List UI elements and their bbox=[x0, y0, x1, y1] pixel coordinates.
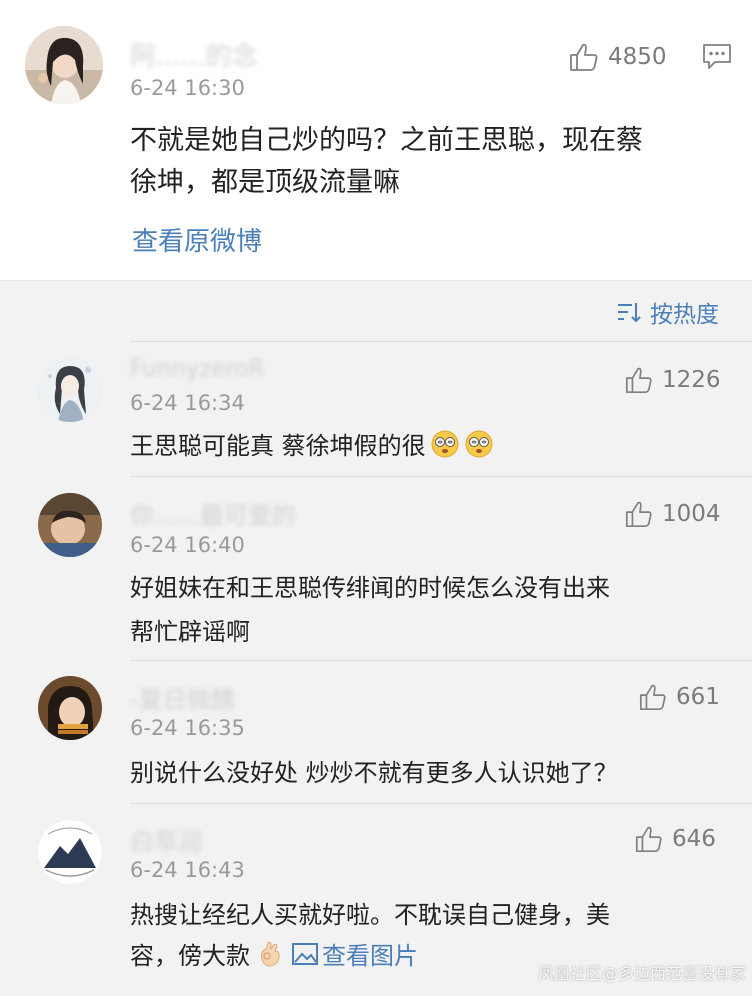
reply-text-line-2: 帮忙辟谣啊 bbox=[130, 618, 250, 646]
thumbs-up-icon bbox=[570, 43, 598, 71]
username[interactable]: FunnyzeroR bbox=[130, 356, 265, 382]
timestamp: 6-24 16:40 bbox=[130, 533, 245, 557]
thumbs-up-icon bbox=[639, 684, 666, 711]
avatar[interactable] bbox=[25, 26, 103, 104]
divider bbox=[130, 341, 752, 342]
reply-text: 容，傍大款 bbox=[130, 942, 250, 970]
ok-hand-emoji-icon bbox=[261, 941, 280, 967]
reply-text-line-1: 王思聪可能真 蔡徐坤假的很 bbox=[130, 426, 494, 461]
avatar-photo bbox=[25, 26, 103, 104]
avatar[interactable] bbox=[38, 820, 102, 884]
comment-text-line-1: 不就是她自己炒的吗？之前王思聪，现在蔡 bbox=[130, 125, 643, 156]
comment-text-line-2: 徐坤，都是顶级流量嘛 bbox=[130, 167, 400, 198]
image-icon bbox=[292, 942, 318, 965]
like-count: 4850 bbox=[608, 44, 667, 70]
avatar-illustration bbox=[38, 820, 102, 884]
sort-icon bbox=[618, 303, 641, 323]
emoji-dizzy-icon bbox=[431, 430, 459, 457]
view-image-label: 查看图片 bbox=[322, 942, 418, 970]
reply-text-line-1: 热搜让经纪人买就好啦。不耽误自己健身，美 bbox=[130, 901, 610, 929]
sort-label: 按热度 bbox=[650, 302, 719, 328]
avatar-illustration bbox=[38, 358, 102, 422]
thumbs-up-icon bbox=[625, 501, 652, 528]
timestamp: 6-24 16:35 bbox=[130, 716, 245, 740]
avatar[interactable] bbox=[38, 493, 102, 557]
view-image-link[interactable]: 查看图片 bbox=[292, 936, 418, 971]
view-original-weibo-link[interactable]: 查看原微博 bbox=[132, 221, 262, 258]
like-count: 1226 bbox=[662, 367, 721, 393]
like-count: 1004 bbox=[662, 501, 721, 527]
like-button[interactable]: 1004 bbox=[624, 496, 721, 532]
divider bbox=[130, 660, 752, 661]
emoji-dizzy-icon bbox=[465, 430, 493, 457]
thumbs-up-icon bbox=[625, 367, 652, 394]
timestamp: 6-24 16:34 bbox=[130, 391, 245, 415]
avatar[interactable] bbox=[38, 676, 102, 740]
reply-text-line-1: 好姐妹在和王思聪传绯闻的时候怎么没有出来 bbox=[130, 574, 610, 602]
watermark: 凤凰社区@多边西范喜没有家 bbox=[537, 964, 746, 983]
like-button[interactable]: 661 bbox=[638, 679, 720, 715]
avatar-photo bbox=[38, 493, 102, 557]
avatar[interactable] bbox=[38, 358, 102, 422]
sort-toggle[interactable]: 按热度 bbox=[616, 296, 719, 328]
username[interactable]: 阿......的念 bbox=[130, 36, 258, 73]
like-count: 646 bbox=[672, 826, 716, 852]
username[interactable]: 白草润 bbox=[130, 822, 202, 857]
reply-text-line-2: 容，傍大款 查看图片 bbox=[130, 936, 418, 971]
divider bbox=[130, 803, 752, 804]
divider bbox=[130, 476, 752, 477]
username[interactable]: -夏日微醺 bbox=[130, 680, 235, 715]
thumbs-up-icon bbox=[635, 826, 662, 853]
like-button[interactable]: 646 bbox=[634, 821, 716, 857]
reply-text-line-1: 别说什么没好处 炒炒不就有更多人认识她了？ bbox=[130, 759, 618, 787]
reply-text: 王思聪可能真 蔡徐坤假的很 bbox=[130, 432, 426, 460]
like-count: 661 bbox=[676, 684, 720, 710]
avatar-photo bbox=[38, 676, 102, 740]
timestamp: 6-24 16:43 bbox=[130, 858, 245, 882]
like-button[interactable]: 1226 bbox=[624, 362, 721, 398]
like-button[interactable]: 4850 bbox=[568, 39, 667, 75]
timestamp: 6-24 16:30 bbox=[130, 76, 245, 100]
main-comment-card: 阿......的念 6-24 16:30 4850 不就是她自己炒的吗？之前王思… bbox=[0, 0, 752, 281]
comment-menu-icon[interactable] bbox=[702, 43, 732, 71]
username[interactable]: 你......最可爱的 bbox=[130, 496, 296, 531]
